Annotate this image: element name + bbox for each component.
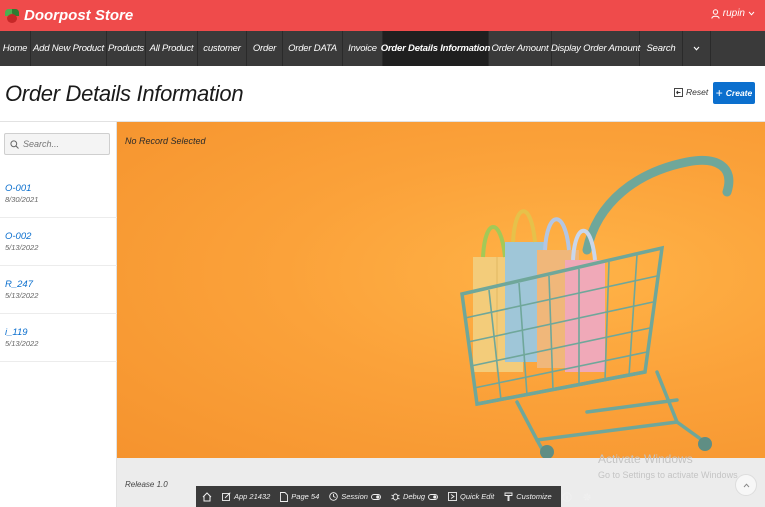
app-button[interactable]: App 21432 [222, 492, 270, 501]
customize-icon [504, 492, 513, 501]
detail-region: No Record Selected [117, 122, 765, 458]
home-icon [202, 491, 212, 501]
page-icon [280, 491, 289, 502]
nav-item-label: customer [203, 43, 241, 54]
search-box[interactable] [4, 133, 110, 155]
nav-item-order[interactable]: Order [247, 31, 283, 66]
reset-icon [674, 87, 683, 97]
list-item[interactable]: R_247 5/13/2022 [0, 266, 117, 314]
customize-button[interactable]: Customize [504, 492, 552, 501]
record-date: 8/30/2021 [5, 195, 39, 204]
scroll-top-button[interactable] [735, 474, 757, 496]
create-button[interactable]: + Create [713, 82, 755, 104]
nav-item-search[interactable]: Search [640, 31, 683, 66]
nav-item-label: Invoice [348, 43, 377, 54]
settings-button[interactable] [582, 492, 592, 502]
logo [4, 8, 20, 24]
list-item[interactable]: i_119 5/13/2022 [0, 314, 117, 362]
list-item[interactable]: O-002 5/13/2022 [0, 218, 117, 266]
page-button[interactable]: Page 54 [280, 491, 320, 502]
record-id[interactable]: i_119 [5, 327, 117, 338]
customize-label: Customize [516, 492, 552, 501]
nav-item-label: Order Details Information [380, 43, 491, 54]
reset-button[interactable]: Reset [674, 87, 708, 97]
record-id[interactable]: O-001 [5, 183, 117, 194]
brand-title: Doorpost Store [24, 7, 134, 24]
chevron-down-icon [748, 11, 755, 16]
release-version: Release 1.0 [125, 480, 168, 489]
nav-item-label: Order DATA [288, 43, 337, 54]
search-input[interactable] [23, 139, 103, 149]
nav-item-order-details-information[interactable]: Order Details Information [380, 31, 491, 66]
nav-item-invoice[interactable]: Invoice [343, 31, 383, 66]
quick-edit-icon [448, 492, 457, 501]
nav-item-label: Search [646, 43, 676, 54]
brand[interactable]: Doorpost Store [4, 7, 133, 24]
session-label: Session [341, 492, 368, 501]
nav-item-home[interactable]: Home [0, 31, 31, 66]
bug-icon [391, 493, 400, 501]
nav-more-button[interactable] [683, 31, 711, 66]
nav-item-all-product[interactable]: All Product [146, 31, 198, 66]
record-date: 5/13/2022 [5, 339, 39, 348]
page-title: Order Details Information [5, 81, 244, 106]
app-label: App 21432 [234, 492, 271, 501]
activation-watermark-text: Go to Settings to activate Windows. [598, 470, 741, 480]
search-icon [10, 139, 19, 149]
toggle-icon [370, 493, 381, 500]
session-button[interactable]: Session [329, 492, 381, 501]
nav-item-customer[interactable]: customer [198, 31, 247, 66]
session-icon [329, 492, 338, 501]
nav-item-label: Order Amount [491, 43, 549, 54]
info-button[interactable] [562, 491, 572, 502]
chevron-up-icon [743, 482, 749, 487]
nav-item-label: Products [108, 43, 144, 54]
debug-label: Debug [402, 492, 426, 501]
nav-item-products[interactable]: Products [107, 31, 146, 66]
page-label: Page 54 [291, 492, 320, 501]
home-button[interactable] [202, 491, 212, 502]
nav-item-label: Add New Product [33, 43, 104, 54]
nav-item-label: Order [252, 43, 277, 54]
info-icon [562, 491, 572, 502]
user-name: rupin [722, 8, 745, 19]
nav-item-order-amount[interactable]: Order Amount [489, 31, 552, 66]
top-header: Doorpost Store rupin [0, 0, 765, 31]
main-nav: Home Add New Product Products All Product cu… [0, 31, 765, 66]
nav-item-display-order-amount[interactable]: Display Order Amount [550, 31, 641, 66]
debug-button[interactable]: Debug [391, 492, 438, 501]
reset-label: Reset [686, 87, 709, 97]
plus-icon: + [715, 86, 723, 100]
record-list-panel: O-0018/30/2021O-0025/13/2022R_2475/13/20… [0, 122, 117, 507]
nav-item-label: All Product [149, 43, 194, 54]
nav-item-label: Display Order Amount [550, 43, 641, 54]
nav-item-label: Home [2, 43, 28, 54]
record-id[interactable]: O-002 [5, 231, 117, 242]
create-label: Create [725, 88, 753, 98]
activation-watermark-title: Activate Windows [598, 452, 693, 466]
quick-edit-button[interactable]: Quick Edit [448, 492, 494, 501]
title-region: Order Details Information Reset + Create [0, 66, 765, 122]
gear-icon [583, 492, 591, 501]
toggle-icon [428, 493, 438, 500]
chevron-down-icon [693, 46, 700, 51]
nav-item-order-data[interactable]: Order DATA [283, 31, 343, 66]
record-date: 5/13/2022 [5, 243, 39, 252]
edit-icon [222, 492, 231, 501]
user-menu[interactable]: rupin [711, 8, 755, 19]
list-item[interactable]: O-001 8/30/2021 [0, 170, 117, 218]
developer-toolbar: App 21432 Page 54 Session Debug Quick Ed… [196, 486, 591, 507]
shopping-cart-illustration [460, 155, 734, 458]
user-icon [711, 8, 720, 19]
nav-item-add-new-product[interactable]: Add New Product [31, 31, 107, 66]
record-date: 5/13/2022 [5, 291, 39, 300]
record-id[interactable]: R_247 [5, 279, 117, 290]
quick-edit-label: Quick Edit [460, 492, 495, 501]
